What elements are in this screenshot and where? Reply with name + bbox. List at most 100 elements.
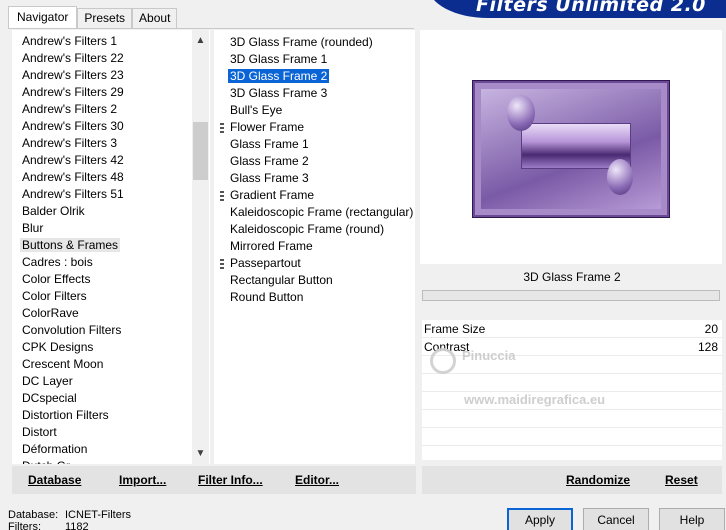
status-database: Database: ICNET-Filters	[8, 509, 131, 521]
param-value[interactable]: 20	[705, 320, 718, 338]
filter-label: Mirrored Frame	[230, 239, 313, 253]
filter-label: Glass Frame 2	[230, 154, 309, 168]
category-label: ColorRave	[22, 306, 79, 320]
filter-item[interactable]: Rectangular Button	[220, 272, 415, 289]
category-item[interactable]: Déformation	[12, 441, 210, 458]
filter-item[interactable]: Kaleidoscopic Frame (round)	[220, 221, 415, 238]
category-item[interactable]: Andrew's Filters 1	[12, 33, 210, 50]
category-item[interactable]: Buttons & Frames	[12, 237, 210, 254]
preview-bubble-right	[607, 159, 633, 195]
category-item[interactable]: Andrew's Filters 3	[12, 135, 210, 152]
category-label: Distort	[22, 425, 57, 439]
category-item[interactable]: Andrew's Filters 29	[12, 84, 210, 101]
database-button[interactable]: Database	[28, 466, 81, 494]
preview-bubble-left	[507, 95, 535, 131]
help-button[interactable]: Help	[659, 508, 725, 530]
param-row-frame-size[interactable]: Frame Size 20	[422, 320, 722, 338]
scroll-up-arrow-icon[interactable]: ▲	[192, 32, 209, 49]
filter-item[interactable]: Passepartout	[220, 255, 415, 272]
filter-item[interactable]: Round Button	[220, 289, 415, 306]
category-item[interactable]: Andrew's Filters 48	[12, 169, 210, 186]
tab-navigator[interactable]: Navigator	[8, 6, 78, 28]
category-item[interactable]: CPK Designs	[12, 339, 210, 356]
category-label: Andrew's Filters 22	[22, 51, 124, 65]
category-label: Color Filters	[22, 289, 87, 303]
category-item[interactable]: Distort	[12, 424, 210, 441]
filter-label: Flower Frame	[230, 120, 305, 134]
preview-inner	[481, 89, 661, 209]
category-label: Buttons & Frames	[20, 238, 121, 252]
filter-item[interactable]: Glass Frame 1	[220, 136, 415, 153]
scroll-down-arrow-icon[interactable]: ▼	[192, 445, 209, 462]
category-label: Andrew's Filters 23	[22, 68, 124, 82]
category-item[interactable]: Convolution Filters	[12, 322, 210, 339]
editor-button[interactable]: Editor...	[295, 466, 339, 494]
filter-item[interactable]: Mirrored Frame	[220, 238, 415, 255]
filter-label: 3D Glass Frame 2	[228, 69, 330, 83]
app-banner: Filters Unlimited 2.0	[428, 0, 726, 18]
filter-label: 3D Glass Frame 3	[230, 86, 328, 100]
category-item[interactable]: Dutch Gr...	[12, 458, 210, 464]
category-item[interactable]: Andrew's Filters 2	[12, 101, 210, 118]
category-label: Andrew's Filters 30	[22, 119, 124, 133]
reset-button[interactable]: Reset	[665, 466, 698, 494]
category-item[interactable]: Andrew's Filters 51	[12, 186, 210, 203]
filter-info-button[interactable]: Filter Info...	[198, 466, 263, 494]
left-button-bar: Database Import... Filter Info... Editor…	[12, 466, 416, 494]
filter-item[interactable]: Glass Frame 2	[220, 153, 415, 170]
category-label: DCspecial	[22, 391, 77, 405]
filter-item[interactable]: Glass Frame 3	[220, 170, 415, 187]
filter-item[interactable]: Flower Frame	[220, 119, 415, 136]
param-name: Frame Size	[424, 322, 486, 336]
category-scrollbar[interactable]: ▲ ▼	[192, 30, 209, 464]
category-list[interactable]: Andrew's Filters 1 Andrew's Filters 22 And…	[12, 30, 210, 464]
category-item[interactable]: Andrew's Filters 42	[12, 152, 210, 169]
filter-group-icon	[220, 123, 224, 133]
category-item[interactable]: Andrew's Filters 23	[12, 67, 210, 84]
category-item[interactable]: DCspecial	[12, 390, 210, 407]
tab-presets[interactable]: Presets	[77, 8, 133, 28]
parameter-list: Frame Size 20 Contrast 128	[422, 320, 722, 460]
category-label: Balder Olrik	[22, 204, 85, 218]
category-item[interactable]: Cadres : bois	[12, 254, 210, 271]
scroll-thumb[interactable]	[193, 122, 208, 180]
empty-param-row	[422, 374, 722, 392]
category-label: Andrew's Filters 48	[22, 170, 124, 184]
cancel-button[interactable]: Cancel	[583, 508, 649, 530]
category-item[interactable]: Color Filters	[12, 288, 210, 305]
tab-about[interactable]: About	[132, 8, 178, 28]
category-label: Andrew's Filters 42	[22, 153, 124, 167]
filter-item[interactable]: Kaleidoscopic Frame (rectangular)	[220, 204, 415, 221]
category-item[interactable]: Andrew's Filters 30	[12, 118, 210, 135]
category-item[interactable]: ColorRave	[12, 305, 210, 322]
category-label: Andrew's Filters 29	[22, 85, 124, 99]
category-label: Crescent Moon	[22, 357, 104, 371]
filter-label: Round Button	[230, 290, 304, 304]
filter-item[interactable]: 3D Glass Frame 2	[220, 68, 415, 85]
filter-item[interactable]: Gradient Frame	[220, 187, 415, 204]
category-item[interactable]: Balder Olrik	[12, 203, 210, 220]
filter-list[interactable]: 3D Glass Frame (rounded) 3D Glass Frame 1…	[214, 30, 415, 464]
category-label: Andrew's Filters 2	[22, 102, 117, 116]
import-button[interactable]: Import...	[119, 466, 166, 494]
category-item[interactable]: Distortion Filters	[12, 407, 210, 424]
category-item[interactable]: Blur	[12, 220, 210, 237]
apply-button[interactable]: Apply	[507, 508, 573, 530]
status-filters: Filters: 1182	[8, 521, 89, 530]
category-item[interactable]: Andrew's Filters 22	[12, 50, 210, 67]
filter-label: 3D Glass Frame 1	[230, 52, 328, 66]
category-item[interactable]: Crescent Moon	[12, 356, 210, 373]
randomize-button[interactable]: Randomize	[566, 466, 630, 494]
category-item[interactable]: DC Layer	[12, 373, 210, 390]
selected-filter-title: 3D Glass Frame 2	[422, 266, 722, 288]
filter-label: Gradient Frame	[230, 188, 315, 202]
filter-item[interactable]: 3D Glass Frame (rounded)	[220, 34, 415, 51]
filter-item[interactable]: Bull's Eye	[220, 102, 415, 119]
right-button-bar: Randomize Reset	[422, 466, 722, 494]
filter-item[interactable]: 3D Glass Frame 3	[220, 85, 415, 102]
filter-item[interactable]: 3D Glass Frame 1	[220, 51, 415, 68]
tab-strip: Navigator Presets About	[8, 6, 178, 28]
category-item[interactable]: Color Effects	[12, 271, 210, 288]
param-value[interactable]: 128	[698, 338, 718, 356]
category-label: Dutch Gr...	[20, 459, 81, 464]
